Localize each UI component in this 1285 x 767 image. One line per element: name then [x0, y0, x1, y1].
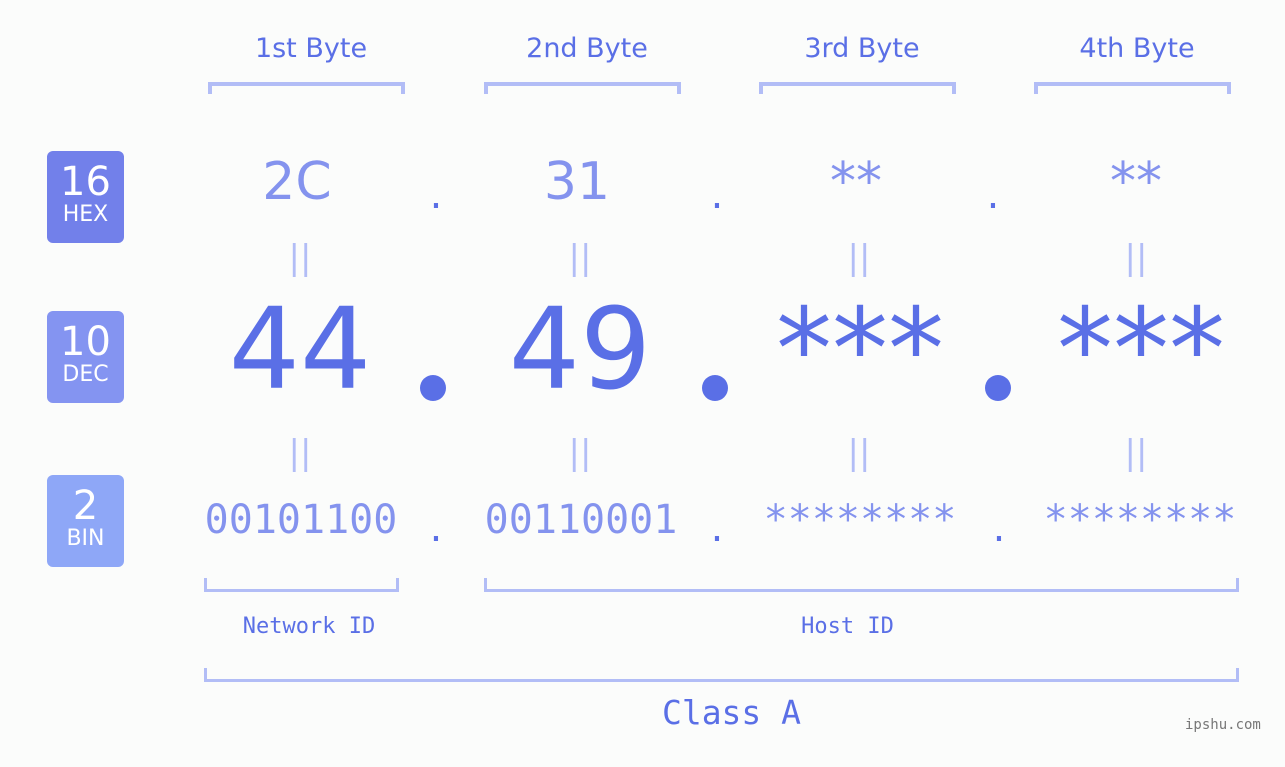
byte-bracket-3 — [759, 82, 956, 94]
hex-value-2: 31 — [543, 152, 611, 212]
byte-header-3: 3rd Byte — [804, 33, 920, 64]
dec-value-2: 49 — [508, 285, 652, 415]
hex-badge-number: 16 — [60, 159, 111, 205]
dec-value-4: *** — [1057, 285, 1225, 415]
bin-badge-label: BIN — [66, 526, 105, 551]
hex-badge: 16 HEX — [47, 151, 124, 243]
dec-separator-3 — [985, 375, 1011, 401]
watermark: ipshu.com — [1185, 717, 1261, 733]
bin-value-3: ******** — [763, 497, 957, 543]
equals-sign: || — [1124, 433, 1148, 473]
bin-value-4: ******** — [1043, 497, 1237, 543]
class-bracket — [204, 668, 1239, 682]
dec-value-1: 44 — [228, 285, 372, 415]
dec-separator-2 — [702, 375, 728, 401]
hex-separator-1: . — [429, 172, 443, 218]
dec-separator-1 — [420, 375, 446, 401]
dec-badge-label: DEC — [62, 362, 109, 387]
dec-badge-number: 10 — [60, 319, 111, 365]
network-id-label: Network ID — [242, 614, 376, 639]
host-id-label: Host ID — [801, 614, 894, 639]
equals-sign: || — [847, 433, 871, 473]
hex-separator-3: . — [986, 172, 1000, 218]
hex-separator-2: . — [710, 172, 724, 218]
byte-bracket-1 — [208, 82, 405, 94]
dec-value-3: *** — [776, 285, 944, 415]
hex-value-4: ** — [1110, 152, 1162, 212]
bin-badge: 2 BIN — [47, 475, 124, 567]
bin-separator-2: . — [710, 505, 724, 551]
hex-badge-label: HEX — [62, 202, 109, 227]
byte-header-1: 1st Byte — [254, 33, 368, 64]
byte-bracket-4 — [1034, 82, 1231, 94]
bin-badge-number: 2 — [72, 483, 99, 529]
bin-value-2: 00110001 — [484, 497, 678, 543]
equals-sign: || — [1124, 238, 1148, 278]
equals-sign: || — [288, 433, 312, 473]
dec-badge: 10 DEC — [47, 311, 124, 403]
bin-separator-1: . — [429, 505, 443, 551]
network-id-bracket — [204, 578, 399, 592]
byte-header-4: 4th Byte — [1079, 33, 1195, 64]
hex-value-1: 2C — [262, 152, 332, 212]
equals-sign: || — [288, 238, 312, 278]
byte-header-2: 2nd Byte — [526, 33, 648, 64]
bin-value-1: 00101100 — [204, 497, 398, 543]
class-label: Class A — [661, 693, 802, 732]
byte-bracket-2 — [484, 82, 681, 94]
bin-separator-3: . — [992, 505, 1006, 551]
equals-sign: || — [568, 238, 592, 278]
equals-sign: || — [568, 433, 592, 473]
host-id-bracket — [484, 578, 1239, 592]
equals-sign: || — [847, 238, 871, 278]
hex-value-3: ** — [830, 152, 882, 212]
